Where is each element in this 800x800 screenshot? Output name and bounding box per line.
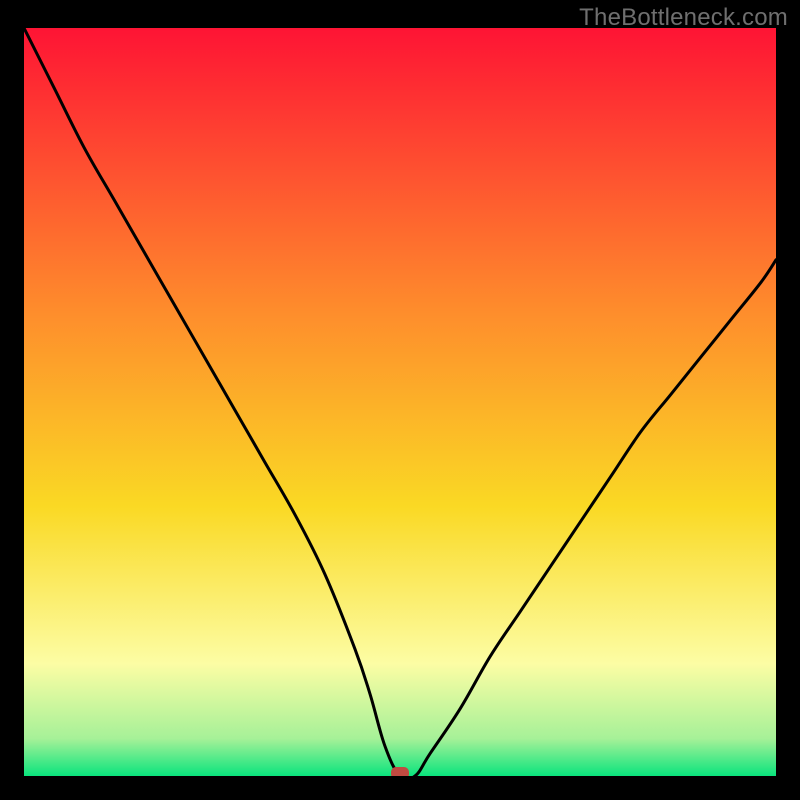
chart-frame: TheBottleneck.com	[0, 0, 800, 800]
chart-svg	[24, 28, 776, 776]
minimum-marker	[391, 767, 409, 776]
plot-area	[24, 28, 776, 776]
